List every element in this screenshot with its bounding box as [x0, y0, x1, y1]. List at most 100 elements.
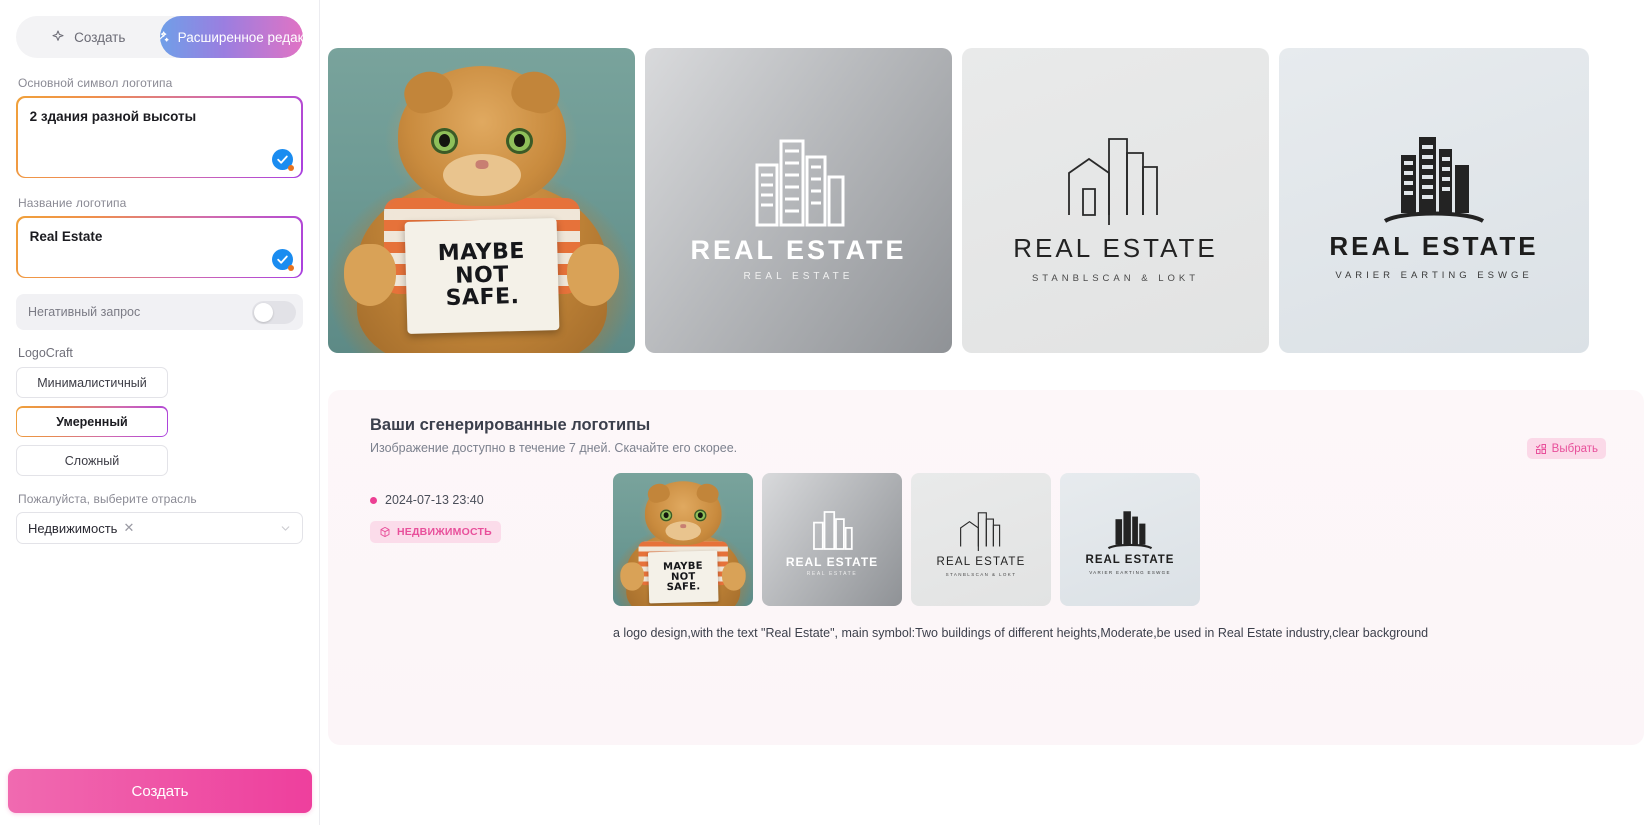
magic-wand-icon	[159, 31, 169, 42]
name-field-label: Название логотипа	[18, 196, 127, 211]
logo-3-title: REAL ESTATE	[1329, 230, 1539, 261]
name-input-wrapper[interactable]: Real Estate	[16, 216, 303, 279]
cat-head	[644, 481, 722, 546]
results-panel: Ваши сгенерированные логотипы Изображени…	[328, 390, 1644, 745]
thumbnail-logo-2-subtitle: STANBLSCAN & LOKT	[945, 571, 1017, 577]
result-date: 2024-07-13 23:40	[385, 493, 484, 507]
negative-prompt-row[interactable]: Негативный запрос	[16, 294, 303, 331]
cat-ear-right	[506, 66, 565, 118]
cat-eye-right	[693, 509, 707, 522]
logocraft-option-moderate[interactable]: Умеренный	[16, 406, 168, 438]
cat-ear-right	[694, 481, 721, 505]
industry-select[interactable]: Недвижимость ✕	[16, 512, 303, 545]
cube-icon	[380, 526, 390, 538]
symbol-validated-badge	[272, 148, 295, 171]
hero-card-photo[interactable]: MAYBE NOT SAFE.	[328, 48, 635, 353]
thumbnail-logo-1[interactable]: REAL ESTATE REAL ESTATE	[762, 473, 902, 606]
buildings-outline-icon	[960, 511, 1001, 551]
industry-tag-label: НЕДВИЖИМОСТЬ	[397, 526, 492, 538]
close-x-icon[interactable]: ✕	[123, 520, 134, 536]
buildings-outline-icon	[1068, 138, 1159, 225]
cat-sign-line-3: SAFE.	[444, 284, 520, 312]
cat-eye-left	[659, 509, 673, 522]
check-icon	[277, 255, 289, 264]
name-input-value: Real Estate	[29, 228, 103, 244]
cat-sign-line-3: SAFE.	[666, 580, 701, 594]
symbol-input-value: 2 здания разной высоты	[29, 108, 197, 124]
logocraft-option-moderate-label: Умеренный	[17, 407, 167, 436]
logo-1-content: REAL ESTATE REAL ESTATE	[690, 119, 906, 282]
sparkle-icon	[52, 30, 64, 41]
thumbnail-logo-2[interactable]: REAL ESTATE STANBLSCAN & LOKT	[911, 473, 1051, 606]
thumbnail-row: MAYBE NOT SAFE. REAL ESTATE REAL ESTATE …	[613, 473, 1428, 606]
cat-paw-left	[344, 244, 396, 306]
logo-1-title: REAL ESTATE	[690, 235, 907, 265]
logocraft-options: Минималистичный Умеренный Сложный	[16, 367, 303, 477]
industry-tag: НЕДВИЖИМОСТЬ	[370, 521, 501, 543]
thumbnail-photo[interactable]: MAYBE NOT SAFE.	[613, 473, 753, 606]
thumbnail-logo-2-title: REAL ESTATE	[936, 555, 1026, 568]
buildings-solid-icon	[1383, 136, 1485, 223]
logocraft-option-minimal-label: Минималистичный	[37, 375, 147, 390]
create-button[interactable]: Создать	[8, 769, 312, 813]
cat-ear-left	[645, 481, 672, 505]
sidebar: Создать Расширенное редак... Основной си…	[0, 0, 320, 825]
buildings-solid-icon	[1107, 511, 1153, 550]
cat-eye-left	[430, 128, 458, 154]
select-button[interactable]: Выбрать	[1526, 438, 1606, 459]
hero-card-logo-2[interactable]: REAL ESTATE STANBLSCAN & LOKT	[962, 48, 1269, 353]
name-validated-badge	[272, 248, 295, 271]
thumbnail-logo-1-content: REAL ESTATE REAL ESTATE	[786, 502, 878, 577]
cat-nose	[680, 524, 686, 529]
mode-tabs: Создать Расширенное редак...	[16, 16, 303, 58]
logo-3-content: REAL ESTATE VARIER EARTING ESWGE	[1329, 121, 1538, 281]
cat-head	[397, 66, 566, 206]
industry-label: Пожалуйста, выберите отрасль	[18, 492, 197, 507]
grid-select-icon	[1535, 443, 1546, 454]
select-button-label: Выбрать	[1551, 442, 1598, 455]
buildings-icon	[813, 511, 853, 550]
thumbnail-logo-3-subtitle: VARIER EARTING ESWGE	[1089, 570, 1171, 575]
cat-paw-left	[620, 562, 645, 591]
cat-paw-right	[721, 562, 746, 591]
negative-prompt-toggle[interactable]	[252, 300, 296, 324]
hero-card-logo-3[interactable]: REAL ESTATE VARIER EARTING ESWGE	[1279, 48, 1589, 353]
negative-prompt-label: Негативный запрос	[28, 305, 141, 320]
logocraft-option-minimal[interactable]: Минималистичный	[16, 367, 168, 399]
cat-nose	[475, 160, 488, 169]
logocraft-option-complex-label: Сложный	[64, 453, 120, 468]
cat-sign: MAYBE NOT SAFE.	[404, 218, 559, 334]
logo-3-subtitle: VARIER EARTING ESWGE	[1335, 269, 1533, 281]
results-body: 2024-07-13 23:40 НЕДВИЖИМОСТЬ MAYBE NOT …	[328, 455, 1644, 642]
symbol-field-label: Основной символ логотипа	[18, 76, 173, 90]
results-header: Ваши сгенерированные логотипы Изображени…	[328, 390, 1644, 459]
tab-create-label: Создать	[74, 29, 126, 45]
thumbnail-logo-3[interactable]: REAL ESTATE VARIER EARTING ESWGE	[1060, 473, 1200, 606]
result-date-row: 2024-07-13 23:40	[370, 493, 613, 507]
check-icon	[277, 155, 289, 164]
thumbnail-photo-image: MAYBE NOT SAFE.	[613, 473, 753, 606]
symbol-input-wrapper[interactable]: 2 здания разной высоты	[16, 96, 303, 179]
hero-card-logo-1[interactable]: REAL ESTATE REAL ESTATE	[645, 48, 952, 353]
results-meta: 2024-07-13 23:40 НЕДВИЖИМОСТЬ	[370, 473, 613, 642]
logo-2-content: REAL ESTATE STANBLSCAN & LOKT	[1013, 117, 1217, 284]
logocraft-option-complex[interactable]: Сложный	[16, 445, 168, 477]
results-title: Ваши сгенерированные логотипы	[370, 416, 651, 434]
tab-create[interactable]: Создать	[16, 16, 160, 58]
logo-2-subtitle: STANBLSCAN & LOKT	[1031, 273, 1200, 284]
status-dot-icon	[370, 496, 377, 504]
thumbnail-logo-3-content: REAL ESTATE VARIER EARTING ESWGE	[1086, 504, 1175, 575]
tab-advanced-edit-label: Расширенное редак...	[177, 29, 303, 45]
result-prompt: a logo design,with the text "Real Estate…	[613, 626, 1429, 640]
logocraft-label: LogoCraft	[18, 346, 73, 361]
tab-advanced-edit[interactable]: Расширенное редак...	[159, 16, 303, 58]
thumbnail-logo-1-title: REAL ESTATE	[785, 555, 879, 569]
logo-2-title: REAL ESTATE	[1013, 233, 1218, 263]
thumbnail-logo-3-title: REAL ESTATE	[1085, 554, 1175, 566]
cat-ear-left	[398, 66, 457, 118]
thumbnail-logo-1-subtitle: REAL ESTATE	[806, 571, 858, 577]
results-gallery: MAYBE NOT SAFE. REAL ESTATE REAL ESTATE …	[613, 473, 1428, 642]
toggle-knob	[254, 302, 273, 322]
results-subtitle: Изображение доступно в течение 7 дней. С…	[370, 441, 738, 455]
chevron-down-icon	[281, 526, 290, 531]
